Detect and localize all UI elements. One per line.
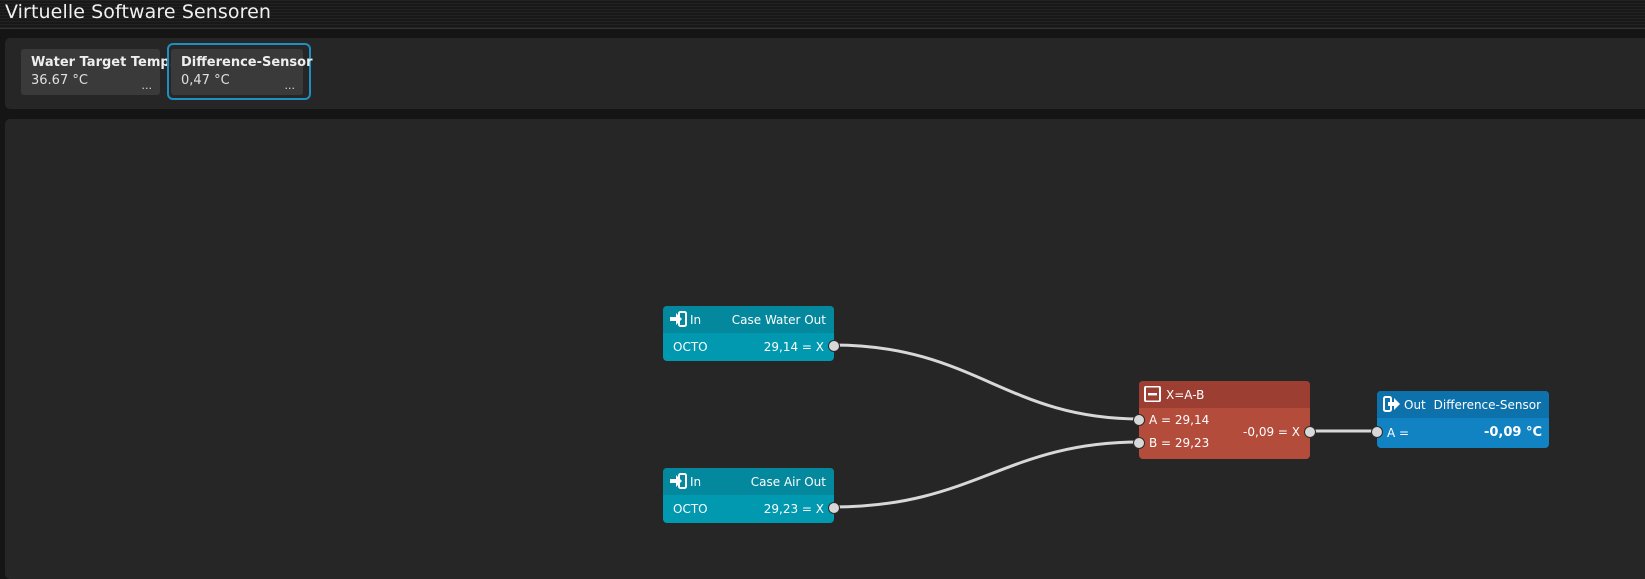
wire-water-to-a bbox=[832, 343, 1141, 421]
output-arrow-icon bbox=[1383, 396, 1400, 412]
sensor-list: Water Target Temp. 36.67 °C ... Differen… bbox=[5, 38, 1645, 109]
wire-air-to-b bbox=[832, 440, 1141, 509]
output-port[interactable] bbox=[1304, 426, 1316, 438]
node-sensor-label: Case Air Out bbox=[750, 475, 826, 489]
node-output-label: -0,09 = X bbox=[1243, 425, 1300, 439]
node-sensor-label: Difference-Sensor bbox=[1433, 398, 1541, 412]
input-node-case-water-out[interactable]: In Case Water Out OCTO 29,14 = X bbox=[663, 306, 840, 361]
node-header: In Case Air Out bbox=[663, 468, 834, 495]
input-node-case-air-out[interactable]: In Case Air Out OCTO 29,23 = X bbox=[663, 468, 840, 523]
node-kind-label: In bbox=[690, 475, 702, 489]
node-body: OCTO 29,14 = X bbox=[663, 333, 840, 361]
node-sensor-label: Case Water Out bbox=[731, 313, 826, 327]
node-output-label: 29,14 = X bbox=[763, 340, 824, 354]
operation-node-subtract[interactable]: X=A-B A = 29,14 B = 29,23 -0,09 = X bbox=[1133, 381, 1316, 459]
node-formula-label: X=A-B bbox=[1166, 388, 1205, 402]
node-kind-label: Out bbox=[1404, 398, 1426, 412]
sensor-value: 0,47 °C bbox=[181, 73, 230, 88]
output-port[interactable] bbox=[828, 502, 840, 514]
title-bar: Virtuelle Software Sensoren bbox=[0, 0, 1645, 29]
output-node-difference-sensor[interactable]: Out Difference-Sensor A = -0,09 °C bbox=[1371, 391, 1549, 448]
input-arrow-icon bbox=[670, 311, 687, 327]
node-input-label: A = bbox=[1387, 426, 1410, 440]
node-body: A = -0,09 °C bbox=[1371, 418, 1549, 448]
node-input-b-label: B = 29,23 bbox=[1149, 436, 1210, 450]
node-body: OCTO 29,23 = X bbox=[663, 495, 840, 523]
node-source-label: OCTO bbox=[673, 502, 708, 516]
input-port-a[interactable] bbox=[1371, 426, 1383, 438]
sensor-more-button[interactable]: ... bbox=[142, 79, 153, 92]
sensor-name: Difference-Sensor bbox=[181, 55, 313, 70]
node-header: Out Difference-Sensor bbox=[1377, 391, 1549, 418]
output-port[interactable] bbox=[828, 340, 840, 352]
minus-box-icon bbox=[1144, 386, 1161, 402]
sensor-tile-water-target-temp[interactable]: Water Target Temp. 36.67 °C ... bbox=[21, 49, 175, 95]
node-output-value: -0,09 °C bbox=[1483, 425, 1542, 440]
page-title: Virtuelle Software Sensoren bbox=[5, 1, 272, 23]
node-input-a-label: A = 29,14 bbox=[1149, 413, 1210, 427]
node-kind-label: In bbox=[690, 313, 702, 327]
sensor-name: Water Target Temp. bbox=[31, 55, 175, 70]
node-editor-canvas[interactable]: In Case Water Out OCTO 29,14 = X In Case… bbox=[5, 119, 1645, 579]
node-source-label: OCTO bbox=[673, 340, 708, 354]
input-arrow-icon bbox=[670, 473, 687, 489]
node-body: A = 29,14 B = 29,23 -0,09 = X bbox=[1133, 408, 1316, 459]
sensor-more-button[interactable]: ... bbox=[285, 79, 296, 92]
input-port-a[interactable] bbox=[1133, 414, 1145, 426]
sensor-tile-difference-sensor[interactable]: Difference-Sensor 0,47 °C ... bbox=[171, 49, 313, 95]
node-header: X=A-B bbox=[1139, 381, 1310, 408]
node-output-label: 29,23 = X bbox=[763, 502, 824, 516]
node-header: In Case Water Out bbox=[663, 306, 834, 333]
sensor-value: 36.67 °C bbox=[31, 73, 88, 88]
input-port-b[interactable] bbox=[1133, 437, 1145, 449]
